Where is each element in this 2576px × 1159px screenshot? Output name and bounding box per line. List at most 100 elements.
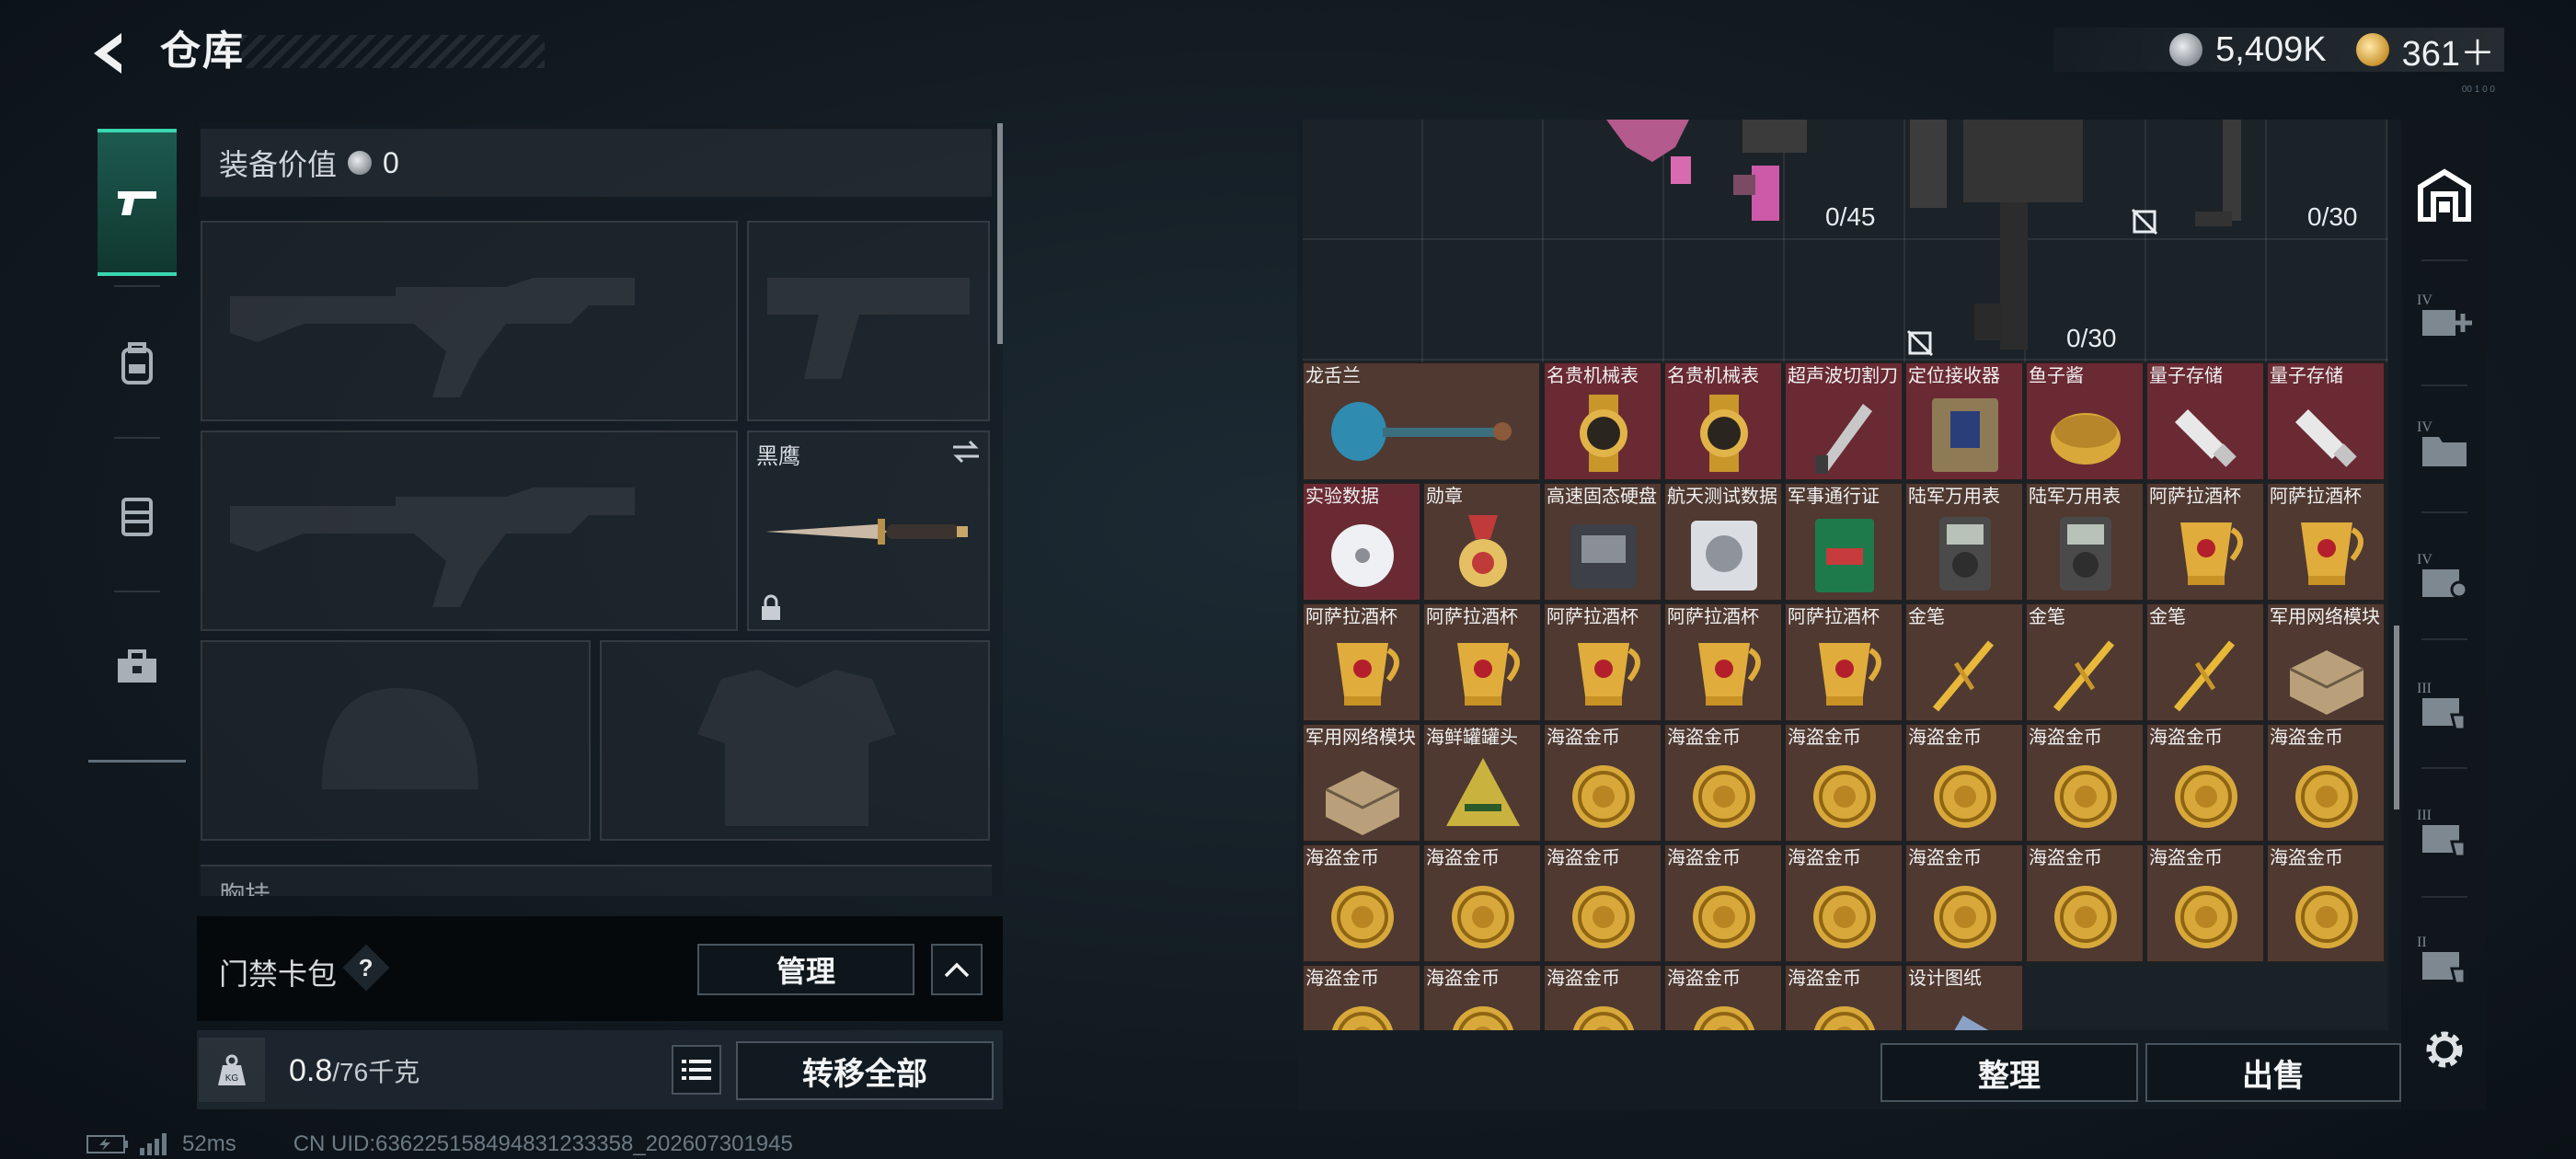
collapse-button[interactable] — [931, 944, 983, 995]
stash-item[interactable]: 陆军万用表 — [2026, 483, 2144, 601]
status-line: 52ms CN UID:636225158494831233358_202607… — [86, 1131, 793, 1157]
item-name: 鱼子酱 — [2029, 366, 2084, 386]
stash-item[interactable]: 海盗金币 — [1664, 844, 1782, 962]
chest-rig-slot[interactable]: 胸挂 — [201, 865, 992, 896]
equipment-scrollbar[interactable] — [997, 123, 1003, 344]
swap-icon[interactable] — [949, 438, 983, 465]
secondary-weapon-slot[interactable] — [747, 221, 990, 421]
stash-item[interactable]: 海盗金币 — [1785, 844, 1903, 962]
transfer-all-button[interactable]: 转移全部 — [736, 1041, 994, 1100]
gold-coin-icon — [2175, 765, 2237, 828]
toolbox-icon — [118, 649, 156, 683]
stash-item[interactable]: 海盗金币 — [1664, 965, 1782, 1030]
stash-item[interactable]: 海盗金币 — [1544, 844, 1662, 962]
stash-item[interactable]: 海盗金币 — [1303, 965, 1420, 1030]
gold-balance[interactable]: 361＋ — [2402, 25, 2495, 75]
stash-item[interactable]: 航天测试数据 — [1664, 483, 1782, 601]
sort-button[interactable]: 整理 — [1880, 1043, 2138, 1102]
svg-text:III: III — [2417, 808, 2432, 823]
gold-coin-icon — [1693, 765, 1755, 828]
stash-item[interactable]: 高速固态硬盘 — [1544, 483, 1662, 601]
stash-item[interactable]: 金笔 — [1905, 603, 2023, 721]
stash-item[interactable]: 定位接收器 — [1905, 362, 2023, 480]
tab-tier-iv-c[interactable]: IV — [2410, 543, 2478, 611]
item-name: 名贵机械表 — [1667, 366, 1759, 386]
pistol-icon — [118, 191, 156, 215]
stash-item[interactable]: 军用网络模块 — [1303, 724, 1420, 842]
list-view-button[interactable] — [672, 1045, 721, 1095]
stash-item[interactable]: 海盗金币 — [1664, 724, 1782, 842]
stash-item[interactable]: 阿萨拉酒杯 — [1423, 603, 1541, 721]
stash-item[interactable]: 阿萨拉酒杯 — [1664, 603, 1782, 721]
stash-item[interactable]: 军用网络模块 — [2267, 603, 2385, 721]
manage-button[interactable]: 管理 — [697, 944, 914, 995]
stash-item[interactable]: 海盗金币 — [2267, 844, 2385, 962]
stash-grid[interactable]: 0/45 0/30 0/30 龙舌兰 名贵机械表 名贵机械表 超声波切割刀 定位接收器 鱼… — [1303, 120, 2388, 1030]
stash-item[interactable]: 海盗金币 — [1303, 844, 1420, 962]
stash-item[interactable]: 海盗金币 — [1785, 724, 1903, 842]
stash-item[interactable]: 海盗金币 — [2267, 724, 2385, 842]
stash-item[interactable]: 名贵机械表 — [1664, 362, 1782, 480]
usb-drive-icon — [2295, 409, 2357, 467]
stash-item[interactable]: 海盗金币 — [1544, 724, 1662, 842]
tab-tier-iv-a[interactable]: IV — [2410, 283, 2478, 351]
stash-item[interactable]: 量子存储 — [2267, 362, 2385, 480]
svg-text:II: II — [2417, 935, 2427, 950]
stash-item[interactable]: 海盗金币 — [1423, 844, 1541, 962]
svg-text:KG: KG — [225, 1073, 239, 1084]
nav-vest[interactable] — [98, 442, 177, 589]
backpack-icon — [121, 342, 153, 384]
tab-tier-iv-b[interactable]: IV — [2410, 410, 2478, 478]
tab-tier-iii-a[interactable]: III — [2410, 671, 2478, 740]
stash-item[interactable]: 海盗金币 — [1423, 965, 1541, 1030]
stash-item[interactable]: 阿萨拉酒杯 — [1785, 603, 1903, 721]
stash-item[interactable]: 海盗金币 — [1544, 965, 1662, 1030]
back-button[interactable] — [85, 26, 140, 81]
nav-toolbox[interactable] — [98, 593, 177, 740]
item-name: 海盗金币 — [2029, 848, 2102, 868]
tab-tier-ii[interactable]: II — [2410, 925, 2478, 993]
stash-item[interactable]: 陆军万用表 — [1905, 483, 2023, 601]
stash-item[interactable]: 量子存储 — [2146, 362, 2264, 480]
sell-button[interactable]: 出售 — [2145, 1043, 2401, 1102]
stash-item[interactable]: 海鲜罐罐头 — [1423, 724, 1541, 842]
item-name: 阿萨拉酒杯 — [2270, 487, 2362, 507]
stash-item[interactable]: 名贵机械表 — [1544, 362, 1662, 480]
stash-item[interactable]: 阿萨拉酒杯 — [1303, 603, 1420, 721]
gold-coin-icon — [1452, 886, 1514, 948]
primary-weapon-slot[interactable] — [201, 221, 738, 421]
nav-weapons[interactable] — [98, 129, 177, 276]
melee-weapon-slot[interactable]: 黑鹰 — [747, 430, 990, 631]
stash-item[interactable]: 实验数据 — [1303, 483, 1420, 601]
nav-backpack[interactable] — [98, 290, 177, 437]
stash-item[interactable]: 海盗金币 — [1785, 965, 1903, 1030]
stash-item[interactable]: 海盗金币 — [1905, 724, 2023, 842]
stash-scrollbar[interactable] — [2394, 625, 2399, 809]
stash-item[interactable]: 鱼子酱 — [2026, 362, 2144, 480]
vest-icon — [121, 498, 153, 536]
item-name: 海鲜罐罐头 — [1426, 728, 1518, 748]
stash-item[interactable]: 海盗金币 — [1905, 844, 2023, 962]
tab-tier-iii-b[interactable]: III — [2410, 798, 2478, 866]
stash-item[interactable]: 海盗金币 — [2146, 724, 2264, 842]
stash-item[interactable]: 军事通行证 — [1785, 483, 1903, 601]
stash-item[interactable]: 设计图纸 — [1905, 965, 2023, 1030]
stash-item[interactable]: 勋章 — [1423, 483, 1541, 601]
tertiary-weapon-slot[interactable] — [201, 430, 738, 631]
item-name: 海盗金币 — [2270, 728, 2343, 748]
stash-item[interactable]: 金笔 — [2146, 603, 2264, 721]
equipment-value: 0 — [383, 145, 399, 179]
stash-item[interactable]: 海盗金币 — [2026, 724, 2144, 842]
stash-item[interactable]: 阿萨拉酒杯 — [1544, 603, 1662, 721]
helmet-slot[interactable] — [201, 640, 591, 841]
stash-item[interactable]: 金笔 — [2026, 603, 2144, 721]
stash-item[interactable]: 阿萨拉酒杯 — [2146, 483, 2264, 601]
tab-home[interactable] — [2410, 160, 2478, 228]
stash-item[interactable]: 海盗金币 — [2026, 844, 2144, 962]
stash-item[interactable]: 海盗金币 — [2146, 844, 2264, 962]
stash-item[interactable]: 阿萨拉酒杯 — [2267, 483, 2385, 601]
stash-item[interactable]: 龙舌兰 — [1303, 362, 1540, 480]
stash-item[interactable]: 超声波切割刀 — [1785, 362, 1903, 480]
armor-slot[interactable] — [600, 640, 990, 841]
settings-button[interactable] — [2410, 1016, 2478, 1084]
